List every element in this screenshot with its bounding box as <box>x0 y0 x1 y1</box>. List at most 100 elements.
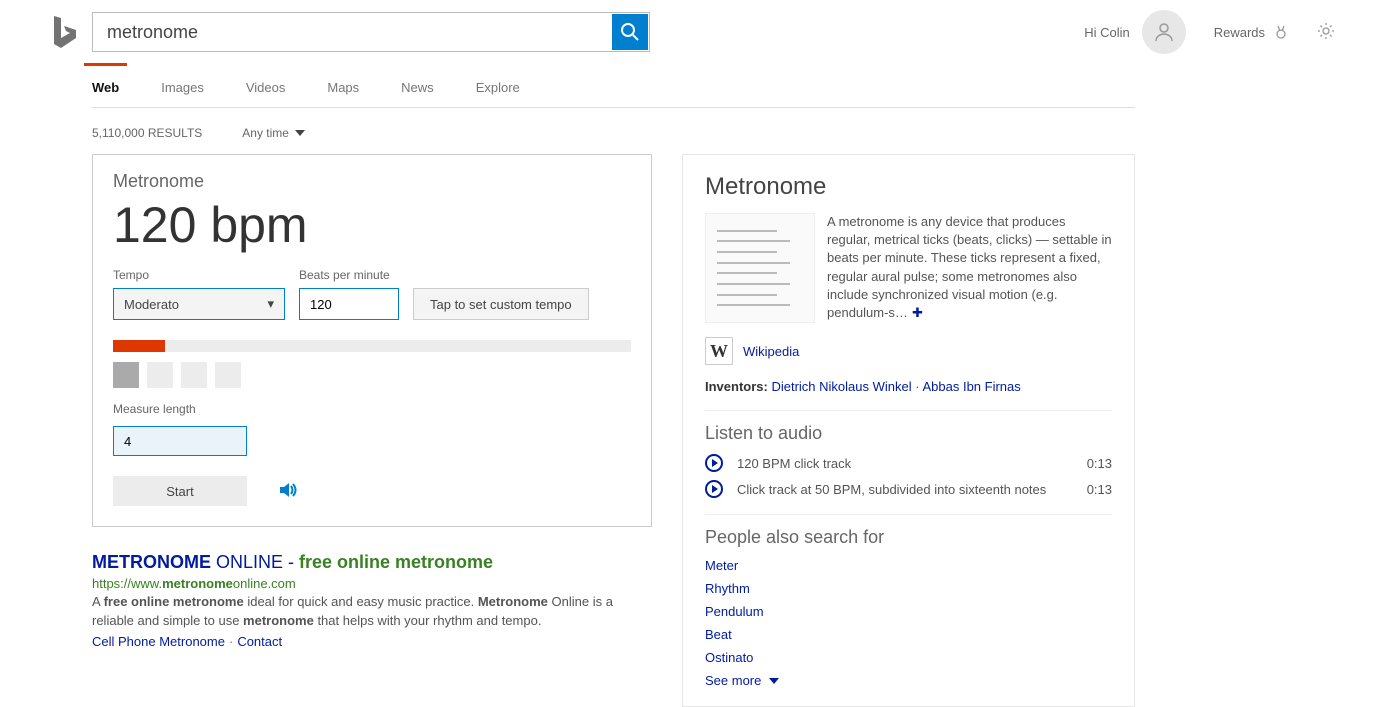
speaker-icon <box>277 479 299 501</box>
progress-bar[interactable] <box>113 340 631 352</box>
pas-title: People also search for <box>705 527 1112 548</box>
tempo-value: Moderato <box>124 297 179 312</box>
tab-news[interactable]: News <box>401 80 434 107</box>
audio-section-title: Listen to audio <box>705 423 1112 444</box>
settings-button[interactable] <box>1317 22 1335 43</box>
tempo-label: Tempo <box>113 268 285 282</box>
tab-explore[interactable]: Explore <box>476 80 520 107</box>
play-button[interactable] <box>705 480 723 498</box>
results-count: 5,110,000 RESULTS <box>92 126 202 140</box>
tabs: Web Images Videos Maps News Explore <box>92 80 1135 108</box>
metronome-title: Metronome <box>113 171 631 192</box>
beat-box <box>147 362 173 388</box>
progress-fill <box>113 340 165 352</box>
inventor-link[interactable]: Dietrich Nikolaus Winkel <box>771 379 911 394</box>
tempo-select[interactable]: Moderato ▾ <box>113 288 285 320</box>
audio-row: Click track at 50 BPM, subdivided into s… <box>705 480 1112 498</box>
divider <box>705 514 1112 515</box>
avatar <box>1142 10 1186 54</box>
bpm-input[interactable] <box>299 288 399 320</box>
sound-toggle[interactable] <box>277 479 299 504</box>
bpm-label: Beats per minute <box>299 268 399 282</box>
play-button[interactable] <box>705 454 723 472</box>
medal-icon <box>1273 24 1289 40</box>
pas-list: Meter Rhythm Pendulum Beat Ostinato <box>705 558 1112 665</box>
chevron-down-icon <box>769 678 779 684</box>
sublink[interactable]: Contact <box>237 634 282 649</box>
audio-row: 120 BPM click track 0:13 <box>705 454 1112 472</box>
bpm-field: Beats per minute <box>299 268 399 320</box>
kp-description: A metronome is any device that produces … <box>827 213 1112 323</box>
chevron-down-icon <box>295 130 305 136</box>
left-column: Metronome 120 bpm Tempo Moderato ▾ Beats… <box>92 154 652 707</box>
pas-link[interactable]: Ostinato <box>705 650 1112 665</box>
metronome-card: Metronome 120 bpm Tempo Moderato ▾ Beats… <box>92 154 652 527</box>
beat-box <box>113 362 139 388</box>
greeting-text: Hi Colin <box>1084 25 1130 40</box>
inventor-link[interactable]: Abbas Ibn Firnas <box>922 379 1020 394</box>
bing-logo[interactable] <box>50 14 78 50</box>
tabs-wrap: Web Images Videos Maps News Explore 5,110,000… <box>92 80 1375 140</box>
wikipedia-link[interactable]: Wikipedia <box>743 344 799 359</box>
expand-description[interactable]: ✚ <box>912 305 923 320</box>
see-more-link[interactable]: See more <box>705 673 1112 688</box>
audio-list: 120 BPM click track 0:13 Click track at 50… <box>705 454 1112 498</box>
result-snippet: A free online metronome ideal for quick … <box>92 593 652 629</box>
measure-input[interactable] <box>113 426 247 456</box>
rewards-link[interactable]: Rewards <box>1214 24 1289 40</box>
audio-title: Click track at 50 BPM, subdivided into s… <box>737 482 1046 497</box>
measure-field: Measure length <box>113 402 631 456</box>
tap-tempo-button[interactable]: Tap to set custom tempo <box>413 288 589 320</box>
header: Hi Colin Rewards <box>0 0 1375 54</box>
time-filter-label: Any time <box>242 126 289 140</box>
bpm-display: 120 bpm <box>113 196 631 254</box>
tab-web[interactable]: Web <box>92 80 119 107</box>
beat-box <box>215 362 241 388</box>
tab-maps[interactable]: Maps <box>327 80 359 107</box>
thumb-placeholder <box>711 219 808 316</box>
tempo-field: Tempo Moderato ▾ <box>113 268 285 320</box>
pas-link[interactable]: Meter <box>705 558 1112 573</box>
search-box <box>92 12 650 52</box>
beat-box <box>181 362 207 388</box>
sublink[interactable]: Cell Phone Metronome <box>92 634 225 649</box>
kp-thumbnail[interactable] <box>705 213 815 323</box>
search-input[interactable] <box>93 13 611 51</box>
result-link[interactable]: METRONOME ONLINE - free online metronome <box>92 552 493 572</box>
audio-title: 120 BPM click track <box>737 456 851 471</box>
divider <box>705 410 1112 411</box>
kp-top: A metronome is any device that produces … <box>705 213 1112 323</box>
metronome-controls: Tempo Moderato ▾ Beats per minute Tap to… <box>113 268 631 320</box>
search-button[interactable] <box>612 14 648 50</box>
tab-images[interactable]: Images <box>161 80 204 107</box>
kp-source: W Wikipedia <box>705 337 1112 365</box>
kp-title: Metronome <box>705 173 1112 201</box>
pas-link[interactable]: Beat <box>705 627 1112 642</box>
user-greeting[interactable]: Hi Colin <box>1084 10 1186 54</box>
organic-result: METRONOME ONLINE - free online metronome… <box>92 551 652 649</box>
result-cite: https://www.metronomeonline.com <box>92 576 652 591</box>
start-button[interactable]: Start <box>113 476 247 506</box>
beat-indicators <box>113 362 631 388</box>
pas-link[interactable]: Pendulum <box>705 604 1112 619</box>
kp-inventors: Inventors: Dietrich Nikolaus Winkel · Ab… <box>705 379 1112 394</box>
wikipedia-icon: W <box>705 337 733 365</box>
results-meta: 5,110,000 RESULTS Any time <box>92 126 1375 140</box>
gear-icon <box>1317 22 1335 40</box>
search-icon <box>620 22 640 42</box>
knowledge-panel: Metronome A metronome is any device that… <box>682 154 1135 707</box>
measure-label: Measure length <box>113 402 631 416</box>
audio-duration: 0:13 <box>1087 482 1112 497</box>
right-column: Metronome A metronome is any device that… <box>682 154 1135 707</box>
result-sublinks: Cell Phone Metronome·Contact <box>92 634 652 649</box>
chevron-down-icon: ▾ <box>267 296 274 312</box>
tab-videos[interactable]: Videos <box>246 80 286 107</box>
time-filter[interactable]: Any time <box>242 126 305 140</box>
rewards-label: Rewards <box>1214 25 1265 40</box>
start-row: Start <box>113 476 631 506</box>
person-icon <box>1153 21 1175 43</box>
header-right: Hi Colin Rewards <box>1084 10 1335 54</box>
pas-link[interactable]: Rhythm <box>705 581 1112 596</box>
result-title[interactable]: METRONOME ONLINE - free online metronome <box>92 551 652 574</box>
audio-duration: 0:13 <box>1087 456 1112 471</box>
